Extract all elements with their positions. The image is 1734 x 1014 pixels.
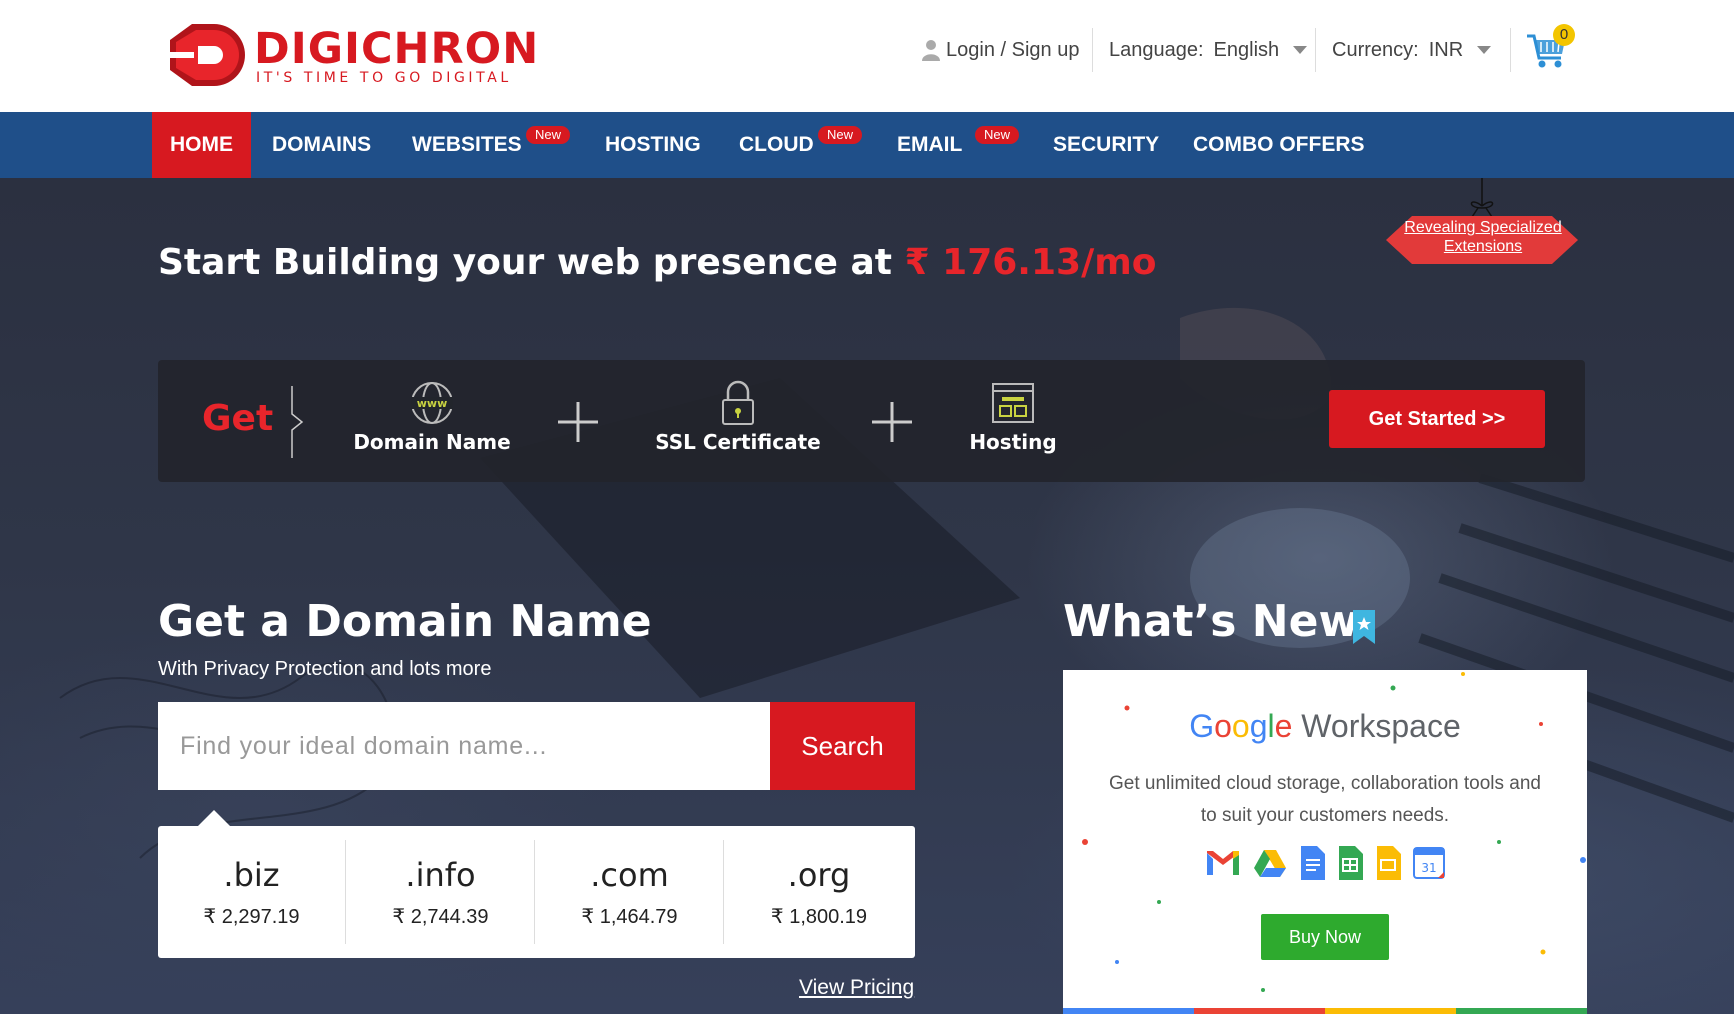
google-wordmark: Google bbox=[1189, 708, 1293, 744]
tld-price: ₹ 2,744.39 bbox=[392, 906, 489, 928]
site-header: DIGICHRON IT'S TIME TO GO DIGITAL Login … bbox=[0, 0, 1734, 112]
language-selector[interactable]: Language: English bbox=[1092, 28, 1325, 72]
cart-button[interactable]: 0 bbox=[1510, 24, 1575, 72]
new-badge: New bbox=[818, 126, 863, 144]
logo-mark-icon bbox=[170, 24, 245, 86]
bookmark-star-icon bbox=[1353, 610, 1375, 644]
nav-item-websites[interactable]: WEBSITES bbox=[394, 112, 540, 178]
headline-price: ₹ 176.13/mo bbox=[904, 242, 1157, 283]
currency-value: INR bbox=[1428, 38, 1464, 61]
domain-search-input[interactable] bbox=[158, 702, 770, 790]
nav-item-hosting[interactable]: HOSTING bbox=[587, 112, 719, 178]
new-badge: New bbox=[975, 126, 1020, 144]
nav-label: HOSTING bbox=[605, 133, 701, 156]
domain-section-subtitle: With Privacy Protection and lots more bbox=[158, 658, 492, 680]
google-workspace-logo: Google Workspace bbox=[1063, 708, 1587, 745]
nav-item-cloud[interactable]: CLOUD bbox=[721, 112, 832, 178]
whats-new-title: What’s New bbox=[1063, 596, 1360, 647]
google-color-stripe bbox=[1063, 1008, 1587, 1014]
bundle-item-domain: www Domain Name bbox=[334, 380, 530, 454]
sheets-icon bbox=[1339, 846, 1363, 880]
nav-item-domains[interactable]: DOMAINS bbox=[254, 112, 389, 178]
bundle-item-label: Domain Name bbox=[353, 430, 511, 454]
bundle-offer-strip: Get www Domain Name SSL Certificate Host… bbox=[158, 360, 1585, 482]
language-label: Language: bbox=[1109, 38, 1204, 61]
bundle-item-ssl: SSL Certificate bbox=[633, 380, 843, 454]
buy-now-button[interactable]: Buy Now bbox=[1261, 914, 1389, 960]
main-nav: HOME DOMAINS WEBSITES New HOSTING CLOUD … bbox=[0, 112, 1734, 178]
workspace-description: Get unlimited cloud storage, collaborati… bbox=[1109, 773, 1541, 826]
tld-name: .com bbox=[590, 856, 669, 894]
nav-label: DOMAINS bbox=[272, 133, 372, 156]
view-pricing-link[interactable]: View Pricing bbox=[799, 976, 914, 1000]
tld-item-com[interactable]: .com ₹ 1,464.79 bbox=[536, 840, 724, 944]
panel-pointer bbox=[198, 810, 230, 826]
chevron-down-icon bbox=[1477, 46, 1492, 54]
plus-icon bbox=[558, 402, 598, 442]
tld-name: .info bbox=[405, 856, 476, 894]
bundle-item-label: Hosting bbox=[969, 430, 1057, 454]
hosting-window-icon bbox=[992, 383, 1034, 423]
brand-name: DIGICHRON bbox=[254, 24, 540, 74]
hero-headline: Start Building your web presence at ₹ 17… bbox=[158, 242, 1156, 283]
domain-search-button[interactable]: Search bbox=[770, 702, 915, 790]
nav-label: CLOUD bbox=[739, 133, 814, 156]
cart-count-badge: 0 bbox=[1553, 24, 1575, 46]
nav-item-combo-offers[interactable]: COMBO OFFERS bbox=[1175, 112, 1383, 178]
www-globe-icon: www bbox=[411, 382, 453, 424]
currency-selector[interactable]: Currency: INR bbox=[1315, 28, 1509, 72]
get-started-button[interactable]: Get Started >> bbox=[1329, 390, 1545, 448]
workspace-wordmark: Workspace bbox=[1301, 708, 1461, 744]
docs-icon bbox=[1301, 846, 1325, 880]
login-label: Login / Sign up bbox=[946, 38, 1080, 61]
tld-item-org[interactable]: .org ₹ 1,800.19 bbox=[725, 840, 913, 944]
nav-label: HOME bbox=[170, 133, 233, 156]
drive-icon bbox=[1254, 850, 1286, 877]
nav-label: COMBO OFFERS bbox=[1193, 133, 1365, 156]
tld-name: .biz bbox=[223, 856, 280, 894]
chevron-right-icon bbox=[291, 386, 304, 458]
tld-price: ₹ 1,464.79 bbox=[581, 906, 678, 928]
chevron-down-icon bbox=[1293, 46, 1308, 54]
tld-item-biz[interactable]: .biz ₹ 2,297.19 bbox=[158, 840, 346, 944]
hero-section: Start Building your web presence at ₹ 17… bbox=[0, 178, 1734, 1014]
nav-item-email[interactable]: EMAIL bbox=[879, 112, 980, 178]
tld-item-info[interactable]: .info ₹ 2,744.39 bbox=[347, 840, 535, 944]
tld-price-panel: .biz ₹ 2,297.19 .info ₹ 2,744.39 .com ₹ … bbox=[158, 810, 915, 958]
nav-label: WEBSITES bbox=[412, 133, 522, 156]
nav-item-home[interactable]: HOME bbox=[152, 112, 251, 178]
brand-logo[interactable]: DIGICHRON IT'S TIME TO GO DIGITAL bbox=[162, 12, 538, 102]
tld-price: ₹ 1,800.19 bbox=[770, 906, 868, 928]
nav-item-security[interactable]: SECURITY bbox=[1035, 112, 1177, 178]
tld-name: .org bbox=[787, 856, 851, 894]
bundle-item-hosting: Hosting bbox=[948, 380, 1078, 454]
domain-section-title: Get a Domain Name bbox=[158, 596, 652, 647]
slides-icon bbox=[1377, 846, 1401, 880]
headline-text: Start Building your web presence at bbox=[158, 242, 893, 283]
currency-label: Currency: bbox=[1332, 38, 1419, 61]
bundle-get-label: Get bbox=[202, 398, 274, 439]
calendar-icon: 31 bbox=[1413, 847, 1445, 879]
brand-tagline: IT'S TIME TO GO DIGITAL bbox=[256, 70, 512, 86]
nav-label: EMAIL bbox=[897, 133, 963, 156]
plus-icon bbox=[872, 402, 912, 442]
nav-label: SECURITY bbox=[1053, 133, 1160, 156]
bundle-item-label: SSL Certificate bbox=[655, 430, 821, 454]
user-icon bbox=[922, 40, 940, 61]
workspace-apps-row: 31 bbox=[1205, 844, 1445, 882]
svg-text:31: 31 bbox=[1421, 861, 1436, 875]
language-value: English bbox=[1213, 38, 1280, 61]
tld-price: ₹ 2,297.19 bbox=[203, 906, 300, 928]
google-workspace-card: Google Workspace Get unlimited cloud sto… bbox=[1063, 670, 1587, 1014]
padlock-icon bbox=[722, 380, 754, 425]
gmail-icon bbox=[1207, 851, 1239, 875]
extensions-link[interactable]: Revealing Specialized Extensions bbox=[1378, 218, 1588, 256]
new-badge: New bbox=[526, 126, 571, 144]
login-signup-link[interactable]: Login / Sign up bbox=[922, 28, 1079, 72]
svg-text:www: www bbox=[417, 397, 448, 410]
